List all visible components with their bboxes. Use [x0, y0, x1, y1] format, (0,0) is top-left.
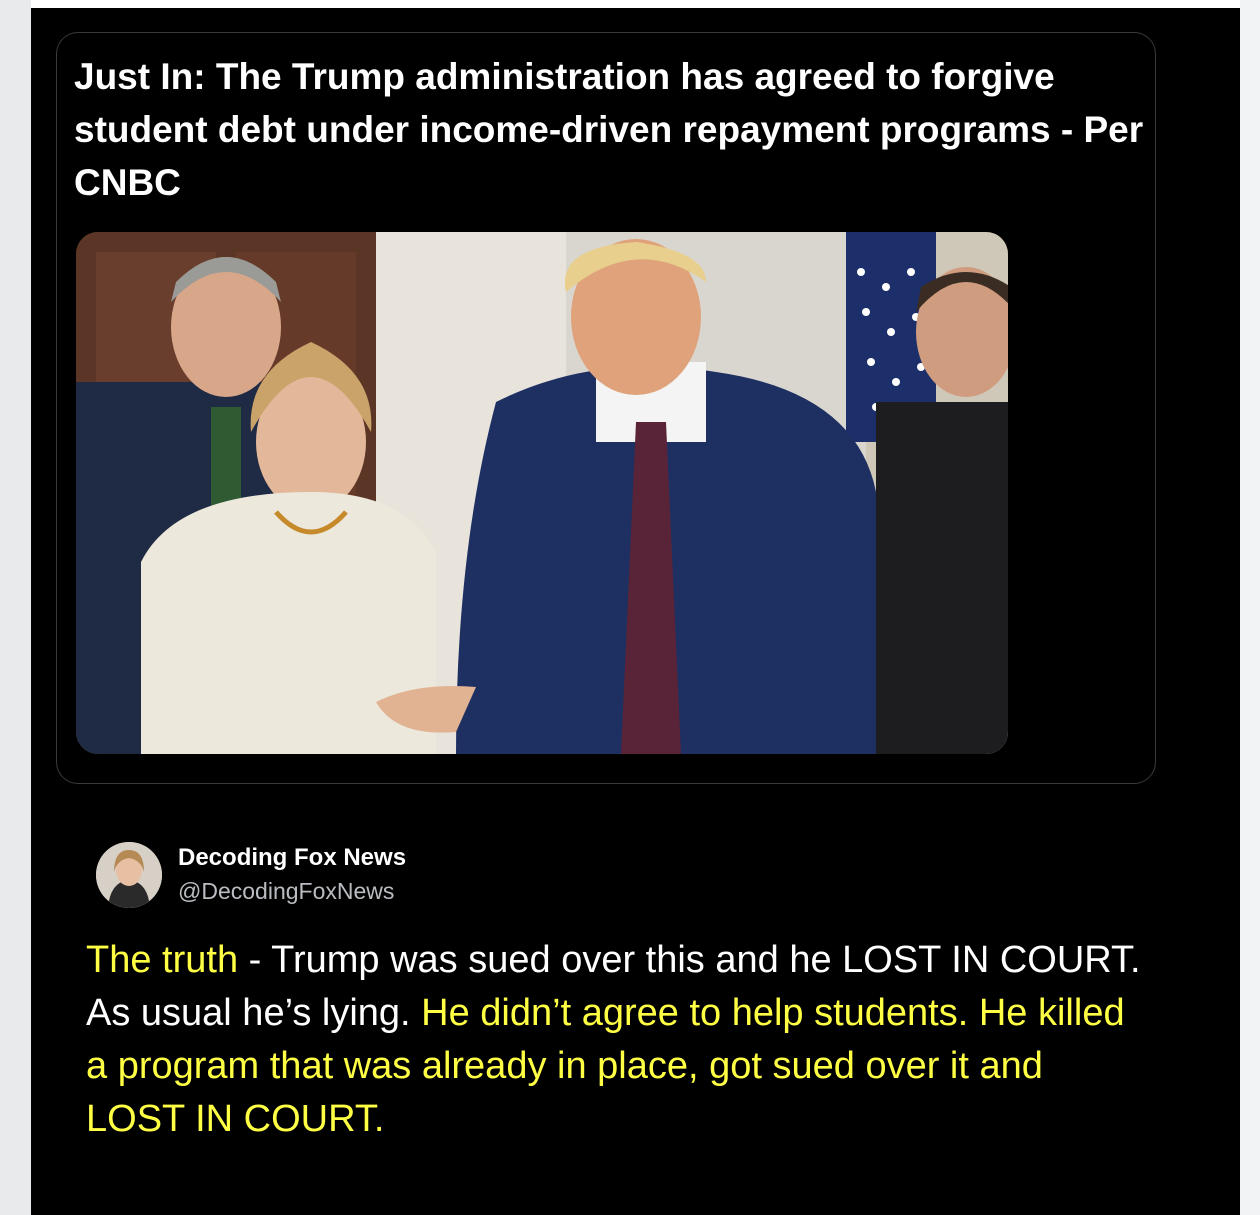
author-handle: @DecodingFoxNews [178, 878, 395, 904]
scrollbar-track[interactable] [1240, 0, 1260, 1215]
commentary-highlight-lead: The truth [86, 939, 239, 981]
post-photo[interactable] [76, 232, 1008, 754]
author-info[interactable]: Decoding Fox News @DecodingFoxNews [96, 840, 596, 910]
post-commentary: The truth - Trump was sued over this and… [86, 934, 1146, 1146]
window-top-edge [31, 0, 1240, 8]
quoted-post-text: Just In: The Trump administration has ag… [74, 56, 1144, 203]
author-name: Decoding Fox News [178, 844, 407, 871]
avatar-portrait-icon [96, 842, 162, 908]
author-avatar[interactable] [96, 842, 162, 908]
photo-illustration [76, 232, 1008, 754]
